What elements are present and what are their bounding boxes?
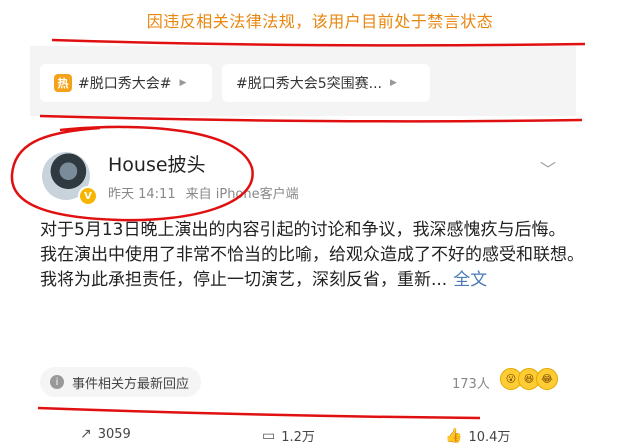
info-icon: i (50, 375, 64, 389)
chevron-right-icon: ▶ (179, 78, 187, 88)
topic-chip-breakout[interactable]: #脱口秀大会5突围赛... ▶ (222, 64, 430, 102)
chevron-down-icon[interactable]: ﹀ (540, 156, 556, 180)
topic-bar: 热 #脱口秀大会# ▶ #脱口秀大会5突围赛... ▶ (30, 46, 576, 116)
repost-icon: ↗ (80, 426, 92, 442)
post-paragraph: 我将为此承担责任，停止一切演艺，深刻反省，重新... 全文 (40, 268, 600, 293)
like-button[interactable]: 👍 10.4万 (445, 426, 510, 445)
post-paragraph: 对于5月13日晚上演出的内容引起的讨论和争议，我深感愧疚与后悔。 (40, 220, 566, 240)
ban-notice: 因违反相关法律法规，该用户目前处于禁言状态 (146, 12, 494, 31)
topic-label: #脱口秀大会# (78, 76, 172, 92)
annotation-underline-bottom (37, 406, 481, 420)
tears-emoji-icon: 😂 (536, 368, 558, 390)
annotation-underline-mid (39, 114, 583, 123)
comment-count: 1.2万 (281, 430, 315, 445)
post-paragraph-text: 我将为此承担责任，停止一切演艺，深刻反省，重新... (40, 270, 448, 290)
full-text-link[interactable]: 全文 (453, 270, 487, 290)
verified-badge-icon: V (78, 186, 98, 206)
repost-count: 3059 (97, 426, 131, 442)
thumbs-up-icon: 👍 (445, 427, 463, 444)
topic-label: #脱口秀大会5突围赛... (236, 76, 382, 92)
post-meta: 昨天 14:11 来自 iPhone客户端 (108, 183, 309, 202)
like-count: 10.4万 (468, 430, 511, 445)
chevron-right-icon: ▶ (390, 78, 397, 88)
repost-button[interactable]: ↗ 3059 (80, 426, 131, 442)
comment-icon: ▭ (262, 427, 276, 444)
post-paragraph: 我在演出中使用了非常不恰当的比喻，给观众造成了不好的感受和联想。 (40, 245, 584, 265)
hot-icon: 热 (54, 74, 72, 92)
event-response-label: 事件相关方最新回应 (72, 376, 190, 392)
action-bar: ↗ 3059 ▭ 1.2万 👍 10.4万 (0, 426, 640, 445)
reaction-count: 173人 (452, 377, 490, 392)
post-body: 对于5月13日晚上演出的内容引起的讨论和争议，我深感愧疚与后悔。 我在演出中使用… (40, 218, 600, 293)
comment-button[interactable]: ▭ 1.2万 (262, 426, 315, 445)
post-source: 来自 iPhone客户端 (185, 187, 299, 202)
topic-chip-talkshow[interactable]: 热 #脱口秀大会# ▶ (40, 64, 212, 102)
event-response-chip[interactable]: i 事件相关方最新回应 (40, 367, 202, 397)
user-name[interactable]: House披头 (108, 150, 206, 177)
post-time: 昨天 14:11 (108, 187, 176, 202)
annotation-underline-top (51, 38, 586, 47)
reaction-emojis[interactable]: 😮 😆 😂 (500, 368, 558, 390)
